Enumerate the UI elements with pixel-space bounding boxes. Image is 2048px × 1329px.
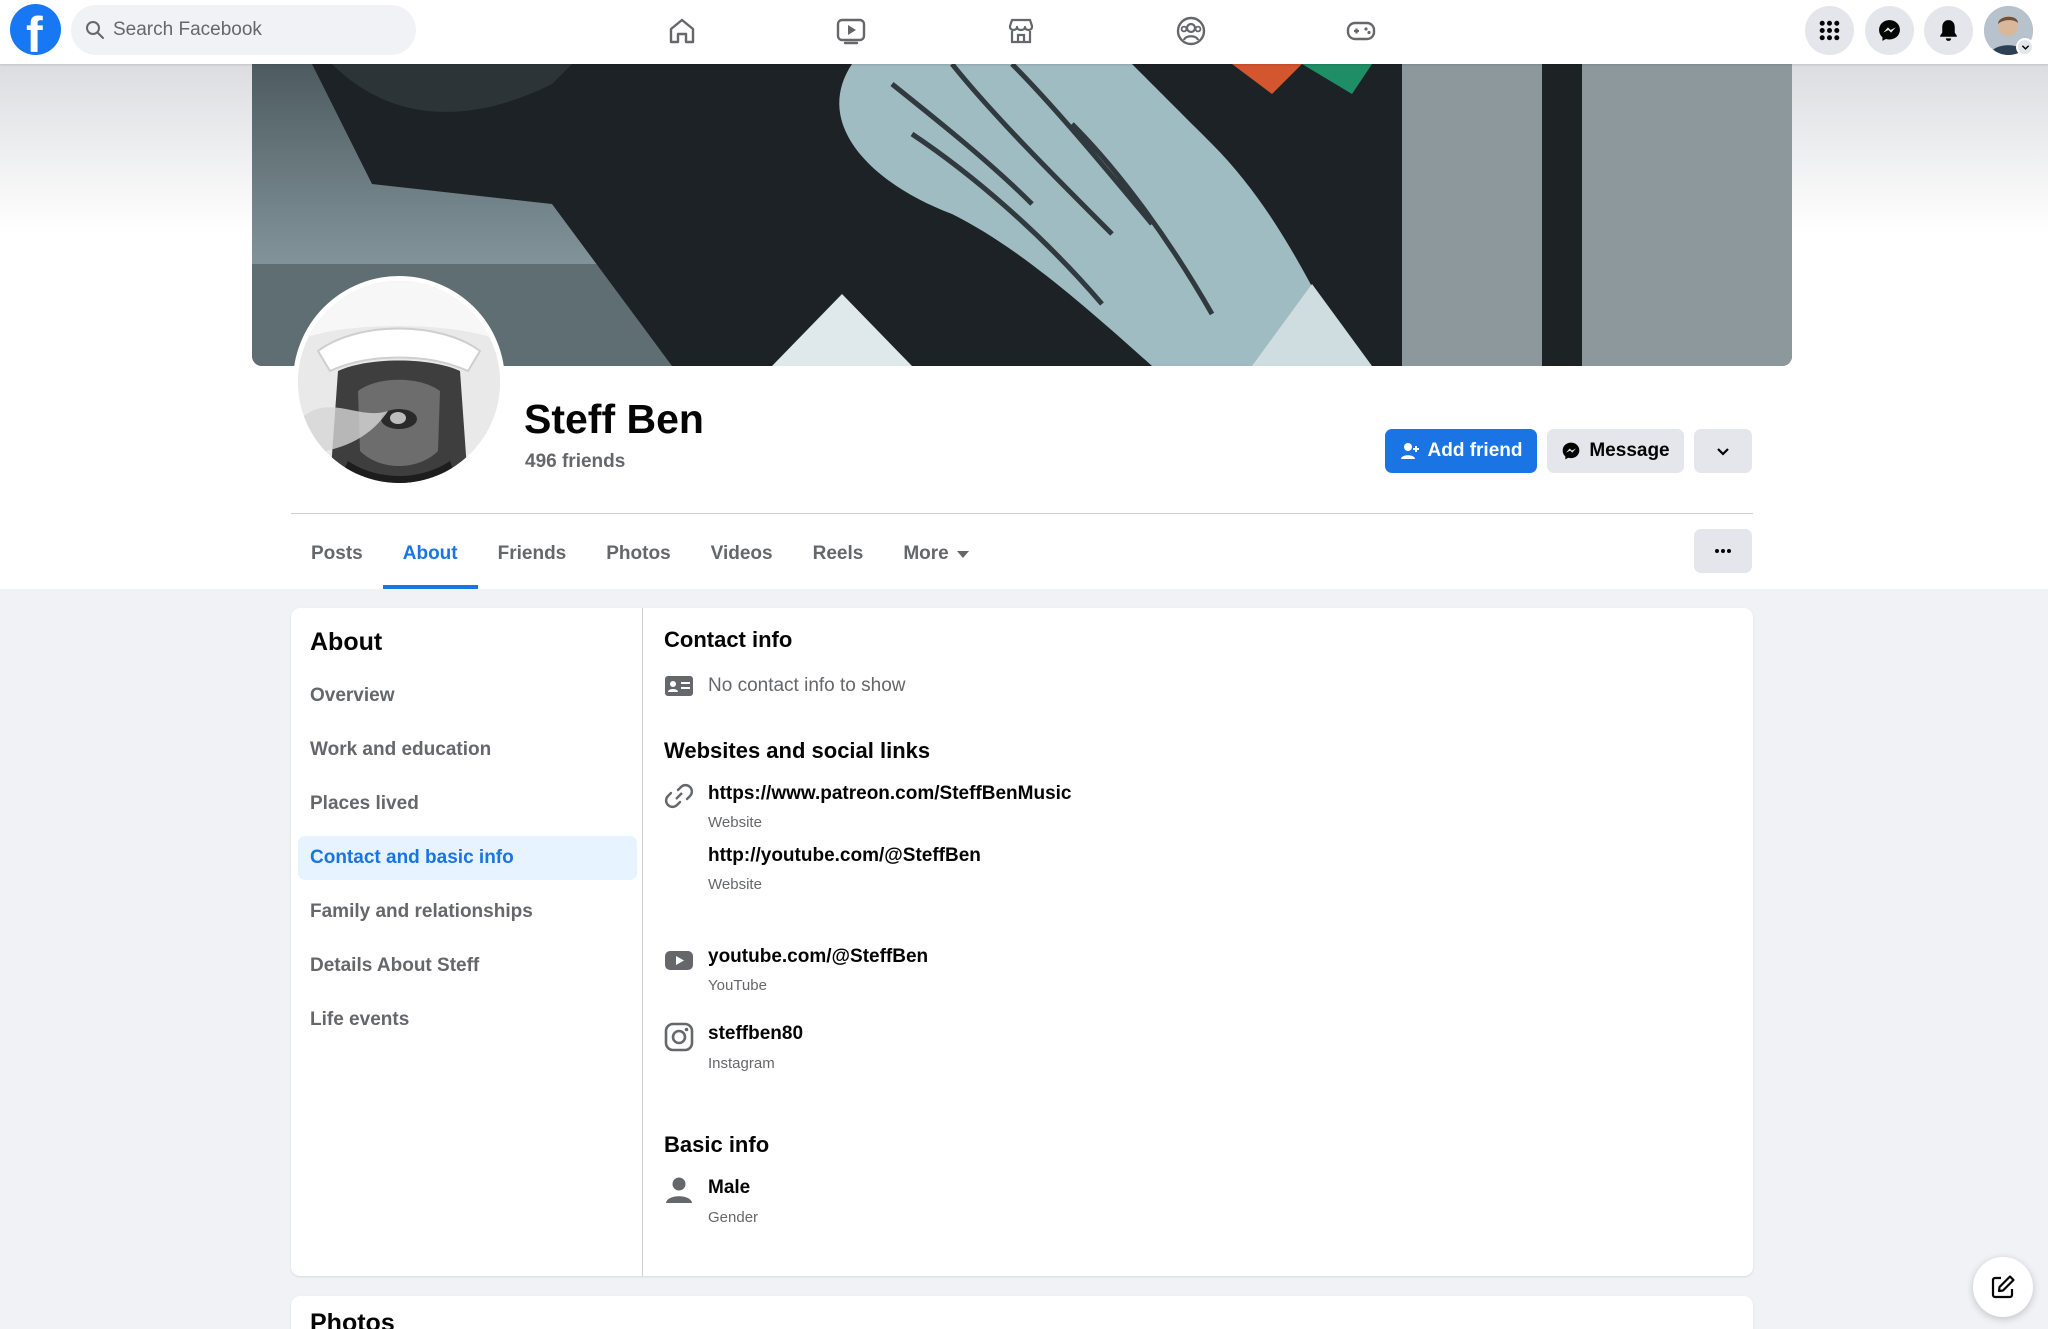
gaming-icon (1346, 21, 1376, 41)
website-type-label: Website (708, 876, 762, 893)
watch-icon (836, 18, 866, 45)
about-content: Contact info No contact info to show Web… (664, 608, 1744, 1276)
gender-value: Male (708, 1177, 751, 1198)
facebook-logo-icon[interactable]: f (10, 4, 61, 55)
marketplace-icon (1008, 18, 1034, 44)
website-link[interactable]: http://youtube.com/@SteffBen (708, 845, 981, 867)
account-menu-chevron-icon[interactable] (2016, 38, 2034, 56)
marketplace-nav-button[interactable] (966, 8, 1076, 54)
tab-posts[interactable]: Posts (291, 519, 383, 589)
tab-label: About (402, 543, 458, 564)
basic-info-heading: Basic info (664, 1132, 770, 1157)
ellipsis-icon (1715, 549, 1731, 553)
about-menu-life-events[interactable]: Life events (298, 998, 637, 1042)
no-contact-info-text: No contact info to show (708, 675, 906, 696)
top-navigation-bar: f (0, 0, 2048, 64)
person-icon (666, 1177, 692, 1203)
message-button[interactable]: Message (1547, 429, 1684, 473)
tab-about[interactable]: About (382, 519, 478, 589)
add-friend-label: Add friend (1427, 440, 1523, 461)
notifications-button[interactable] (1924, 6, 1973, 55)
search-icon (86, 21, 104, 39)
groups-nav-button[interactable] (1136, 8, 1246, 54)
add-friend-button[interactable]: Add friend (1385, 429, 1537, 473)
tab-videos[interactable]: Videos (691, 519, 793, 589)
add-person-icon (1400, 443, 1419, 459)
websites-heading: Websites and social links (664, 738, 931, 763)
youtube-icon (665, 951, 693, 970)
compose-icon (1991, 1275, 2015, 1299)
about-menu-contact-basic-info[interactable]: Contact and basic info (298, 836, 637, 880)
youtube-link[interactable]: youtube.com/@SteffBen (708, 946, 928, 968)
gaming-nav-button[interactable] (1306, 8, 1416, 54)
tab-label: More (903, 543, 949, 564)
caret-down-icon (956, 550, 969, 558)
tab-reels[interactable]: Reels (793, 519, 884, 589)
about-menu-overview[interactable]: Overview (298, 674, 637, 718)
tab-label: Photos (606, 543, 671, 564)
messenger-icon (1879, 20, 1900, 41)
tab-more[interactable]: More (883, 519, 988, 589)
about-menu-details[interactable]: Details About Steff (298, 944, 637, 988)
tab-label: Friends (497, 543, 567, 564)
photos-card: Photos (291, 1296, 1753, 1329)
link-icon (664, 783, 694, 809)
tab-label: Posts (311, 543, 363, 564)
profile-picture[interactable] (293, 276, 505, 488)
chevron-down-icon (1717, 448, 1729, 456)
tab-label: Reels (812, 543, 864, 564)
about-card: About Overview Work and education Places… (291, 608, 1753, 1276)
contact-card-icon (665, 676, 693, 696)
photos-title: Photos (310, 1309, 395, 1329)
search-box[interactable] (71, 5, 416, 55)
home-nav-button[interactable] (627, 8, 737, 54)
contact-info-heading: Contact info (664, 627, 793, 652)
website-type-label: Website (708, 814, 762, 831)
tab-friends[interactable]: Friends (478, 519, 587, 589)
profile-more-button[interactable] (1694, 529, 1752, 573)
about-menu-work-education[interactable]: Work and education (298, 728, 637, 772)
messenger-button[interactable] (1865, 6, 1914, 55)
instagram-icon (664, 1022, 694, 1052)
profile-name: Steff Ben (524, 396, 704, 442)
message-label: Message (1589, 440, 1670, 461)
profile-header: Steff Ben 496 friends Add friend Message… (0, 64, 2048, 589)
more-options-button[interactable] (1694, 429, 1752, 473)
about-title: About (310, 628, 383, 656)
instagram-handle[interactable]: steffben80 (708, 1023, 803, 1045)
menu-button[interactable] (1805, 6, 1854, 55)
new-message-button[interactable] (1973, 1257, 2033, 1317)
messenger-icon (1563, 442, 1580, 460)
tab-label: Videos (710, 543, 773, 564)
gender-label: Gender (708, 1209, 759, 1226)
menu-grid-icon (1819, 20, 1840, 41)
search-input[interactable] (113, 19, 393, 41)
about-menu-family-relationships[interactable]: Family and relationships (298, 890, 637, 934)
watch-nav-button[interactable] (796, 8, 906, 54)
notifications-icon (1940, 20, 1957, 41)
profile-tabs: Posts About Friends Photos Videos Reels … (291, 519, 989, 589)
header-divider (291, 513, 1753, 514)
groups-icon (1176, 16, 1206, 46)
about-menu-places-lived[interactable]: Places lived (298, 782, 637, 826)
instagram-type-label: Instagram (708, 1055, 775, 1072)
about-sidebar: About Overview Work and education Places… (291, 608, 643, 1276)
website-link[interactable]: https://www.patreon.com/SteffBenMusic (708, 783, 1072, 805)
home-icon (669, 18, 695, 44)
friends-count[interactable]: 496 friends (525, 451, 625, 473)
tab-photos[interactable]: Photos (586, 519, 690, 589)
youtube-type-label: YouTube (708, 977, 767, 994)
